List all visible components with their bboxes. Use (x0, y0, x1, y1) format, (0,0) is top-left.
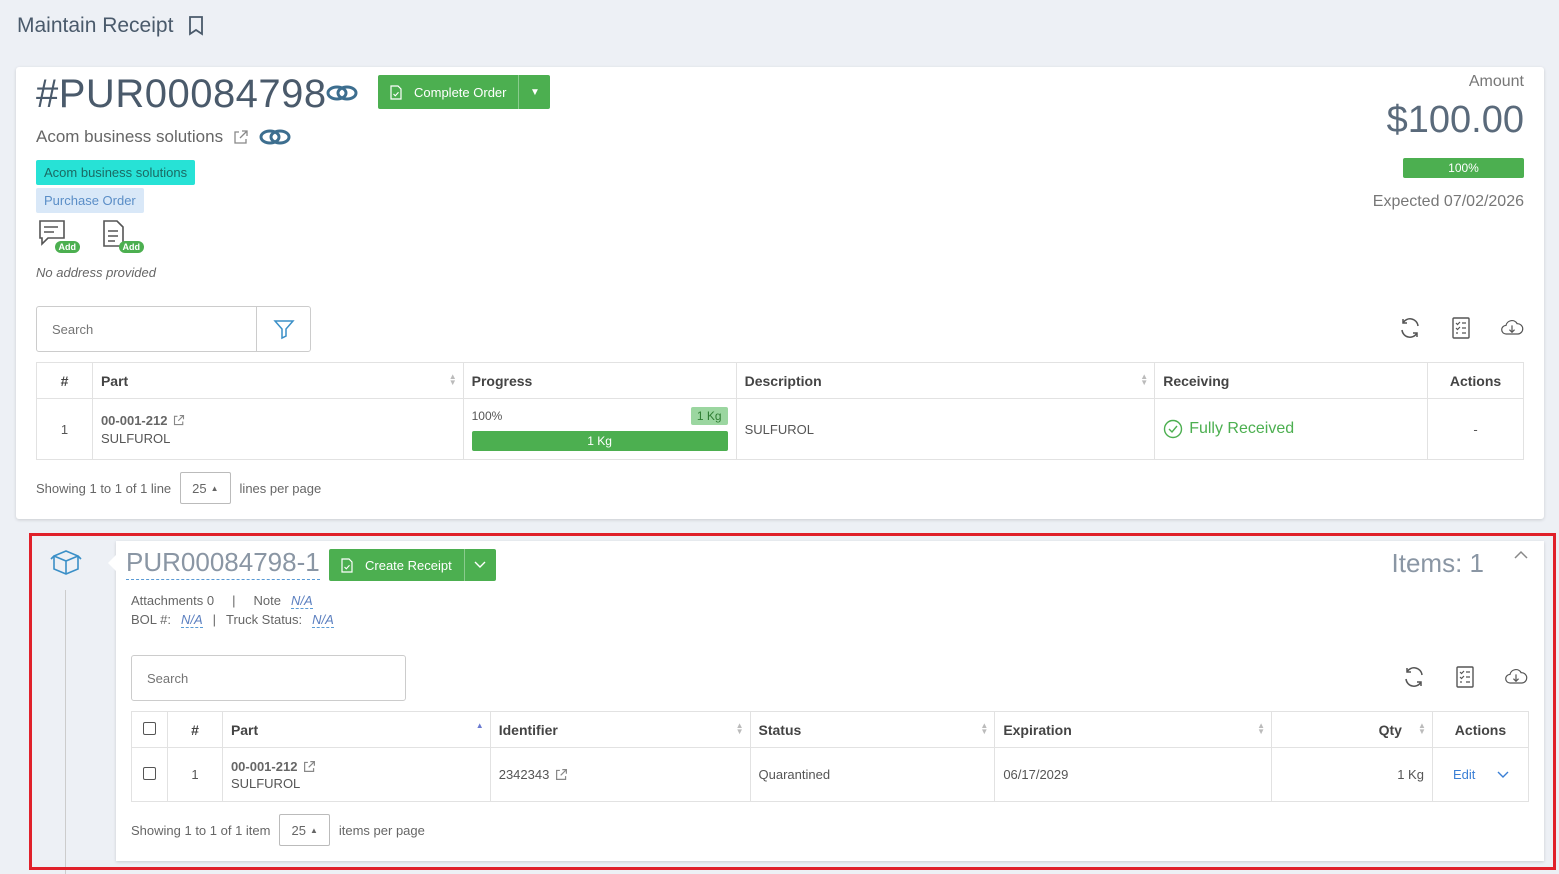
order-pager: Showing 1 to 1 of 1 line 25 ▲ lines per p… (36, 472, 321, 504)
col-description[interactable]: Description ▲ ▼ (735, 362, 1156, 399)
order-search (36, 306, 311, 352)
sort-icon[interactable]: ▲ ▼ (449, 373, 457, 387)
col-description-label: Description (744, 372, 822, 389)
add-badge: Add (54, 241, 80, 253)
vendor-name: Acom business solutions (36, 127, 291, 147)
external-link-icon[interactable] (173, 414, 185, 426)
pager-label: lines per page (239, 480, 322, 496)
row-receiving: Fully Received (1154, 398, 1428, 460)
received-qty-badge: 1 Kg (690, 407, 728, 425)
document-check-icon (390, 84, 402, 100)
order-type-tag: Purchase Order (36, 188, 144, 213)
add-comment-button[interactable]: Add (38, 219, 80, 253)
row-description: SULFUROL (735, 398, 1156, 460)
row-num: 1 (36, 398, 93, 460)
page-size-value: 25 (192, 480, 207, 496)
row-progress: 100% 1 Kg 1 Kg (462, 398, 737, 460)
page-title: Maintain Receipt (17, 14, 205, 38)
check-circle-icon (1164, 419, 1183, 439)
chain-link-icon[interactable] (326, 83, 358, 103)
col-num: # (36, 362, 93, 399)
add-document-button[interactable]: Add (102, 219, 144, 253)
refresh-icon[interactable] (1398, 316, 1422, 340)
row-part: 00-001-212 SULFUROL (91, 398, 464, 460)
table-header-row: # Part ▲ ▼ Progress Description ▲ ▼ Receivin… (36, 362, 1524, 399)
sort-icon[interactable]: ▲ ▼ (1140, 373, 1148, 387)
highlight-frame (29, 533, 1556, 870)
col-actions: Actions (1427, 362, 1524, 399)
part-name: SULFUROL (100, 430, 171, 446)
chain-link-icon[interactable] (259, 127, 291, 147)
pager-summary: Showing 1 to 1 of 1 line (36, 480, 172, 496)
complete-order-button[interactable]: Complete Order (378, 75, 518, 109)
search-input[interactable] (37, 307, 257, 351)
vendor-label[interactable]: Acom business solutions (36, 127, 223, 147)
page-size-select[interactable]: 25 ▲ (180, 472, 231, 504)
bookmark-icon[interactable] (187, 16, 205, 36)
address-text: No address provided (36, 265, 156, 280)
table-row: 1 00-001-212 SULFUROL 100% 1 Kg 1 Kg SUL… (36, 398, 1524, 460)
col-receiving: Receiving (1154, 362, 1428, 399)
checklist-icon[interactable] (1449, 316, 1473, 340)
order-table-tools (1398, 316, 1524, 340)
part-number: 00-001-212 (101, 413, 455, 428)
row-actions: - (1427, 398, 1524, 460)
col-part[interactable]: Part ▲ ▼ (91, 362, 464, 399)
vendor-tag: Acom business solutions (36, 160, 196, 185)
caret-up-icon: ▲ (210, 483, 219, 493)
complete-order-dropdown-icon[interactable]: ▼ (518, 75, 550, 109)
filter-button[interactable] (256, 307, 310, 351)
col-part-label: Part (100, 372, 129, 389)
page-title-text: Maintain Receipt (17, 14, 174, 37)
amount-label: Amount (1468, 73, 1524, 90)
add-badge: Add (118, 241, 144, 253)
complete-order-split-button: Complete Order ▼ (378, 75, 551, 109)
expected-date: Expected 07/02/2026 (1372, 193, 1524, 210)
order-lines-table: # Part ▲ ▼ Progress Description ▲ ▼ Receivin… (36, 362, 1524, 460)
complete-order-label: Complete Order (414, 84, 507, 100)
order-card: #PUR00084798 Complete Order ▼ Acom busin… (16, 67, 1544, 519)
amount-progress-bar: 100% (1403, 158, 1524, 178)
progress-percent: 100% (471, 409, 503, 423)
amount-value: $100.00 (1386, 99, 1524, 141)
order-number: #PUR00084798 (36, 72, 327, 116)
progress-bar: 1 Kg (471, 431, 728, 451)
filter-icon (272, 320, 295, 340)
part-number-link[interactable]: 00-001-212 (101, 413, 168, 428)
add-actions: Add Add (38, 219, 144, 253)
receiving-status: Fully Received (1189, 420, 1295, 437)
col-progress: Progress (462, 362, 737, 399)
cloud-download-icon[interactable] (1500, 316, 1524, 340)
external-link-icon[interactable] (233, 129, 249, 145)
